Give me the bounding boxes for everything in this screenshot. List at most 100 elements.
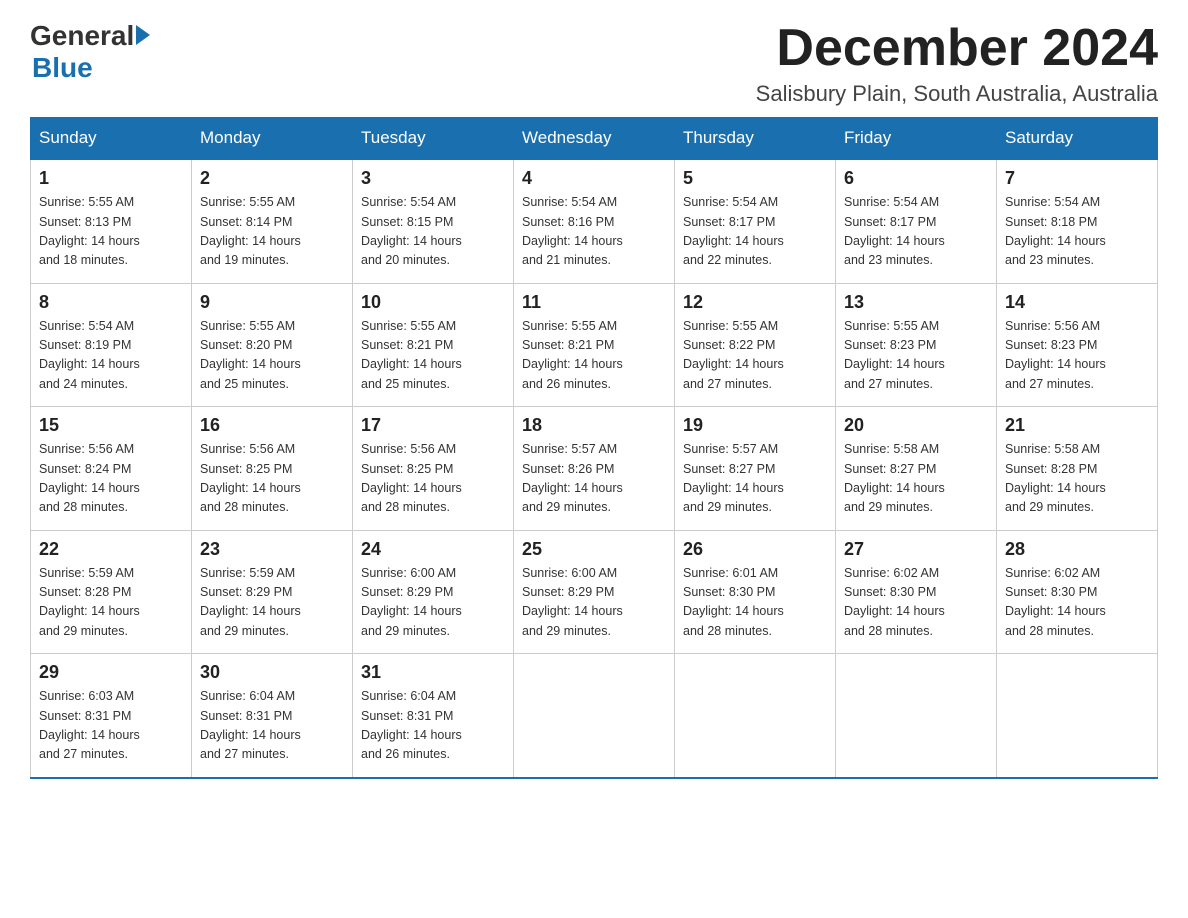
day-info: Sunrise: 5:59 AMSunset: 8:29 PMDaylight:… [200,564,344,642]
day-info: Sunrise: 5:54 AMSunset: 8:16 PMDaylight:… [522,193,666,271]
calendar-cell: 14 Sunrise: 5:56 AMSunset: 8:23 PMDayligh… [997,283,1158,407]
location-title: Salisbury Plain, South Australia, Austra… [756,81,1158,107]
day-number: 3 [361,168,505,189]
calendar-cell: 15Sunrise: 5:56 AMSunset: 8:24 PMDayligh… [31,407,192,531]
calendar-cell: 21 Sunrise: 5:58 AMSunset: 8:28 PMDayligh… [997,407,1158,531]
calendar-cell: 18Sunrise: 5:57 AMSunset: 8:26 PMDayligh… [514,407,675,531]
day-info: Sunrise: 5:58 AMSunset: 8:28 PMDaylight:… [1005,440,1149,518]
day-number: 2 [200,168,344,189]
calendar-cell: 3 Sunrise: 5:54 AMSunset: 8:15 PMDaylight… [353,159,514,283]
day-number: 9 [200,292,344,313]
header-saturday: Saturday [997,118,1158,160]
day-info: Sunrise: 5:58 AMSunset: 8:27 PMDaylight:… [844,440,988,518]
title-area: December 2024 Salisbury Plain, South Aus… [756,20,1158,107]
calendar-week-row: 29 Sunrise: 6:03 AMSunset: 8:31 PMDayligh… [31,654,1158,778]
day-number: 5 [683,168,827,189]
day-number: 31 [361,662,505,683]
calendar-cell: 31 Sunrise: 6:04 AMSunset: 8:31 PMDayligh… [353,654,514,778]
header-monday: Monday [192,118,353,160]
calendar-cell: 28 Sunrise: 6:02 AMSunset: 8:30 PMDayligh… [997,530,1158,654]
day-number: 13 [844,292,988,313]
day-number: 27 [844,539,988,560]
calendar-cell: 27 Sunrise: 6:02 AMSunset: 8:30 PMDayligh… [836,530,997,654]
header-wednesday: Wednesday [514,118,675,160]
day-number: 18 [522,415,666,436]
calendar-cell: 11 Sunrise: 5:55 AMSunset: 8:21 PMDayligh… [514,283,675,407]
calendar-cell: 30 Sunrise: 6:04 AMSunset: 8:31 PMDayligh… [192,654,353,778]
day-info: Sunrise: 5:54 AMSunset: 8:18 PMDaylight:… [1005,193,1149,271]
day-number: 29 [39,662,183,683]
day-number: 25 [522,539,666,560]
calendar-cell: 10Sunrise: 5:55 AMSunset: 8:21 PMDayligh… [353,283,514,407]
calendar-cell: 29 Sunrise: 6:03 AMSunset: 8:31 PMDayligh… [31,654,192,778]
calendar-week-row: 22 Sunrise: 5:59 AMSunset: 8:28 PMDayligh… [31,530,1158,654]
day-number: 4 [522,168,666,189]
day-info: Sunrise: 5:54 AMSunset: 8:19 PMDaylight:… [39,317,183,395]
calendar-cell: 5 Sunrise: 5:54 AMSunset: 8:17 PMDaylight… [675,159,836,283]
calendar-cell [997,654,1158,778]
day-number: 7 [1005,168,1149,189]
calendar-cell: 6 Sunrise: 5:54 AMSunset: 8:17 PMDaylight… [836,159,997,283]
day-info: Sunrise: 5:55 AMSunset: 8:22 PMDaylight:… [683,317,827,395]
day-info: Sunrise: 6:00 AMSunset: 8:29 PMDaylight:… [522,564,666,642]
day-info: Sunrise: 6:02 AMSunset: 8:30 PMDaylight:… [1005,564,1149,642]
day-info: Sunrise: 5:55 AMSunset: 8:21 PMDaylight:… [522,317,666,395]
day-number: 6 [844,168,988,189]
calendar-week-row: 8 Sunrise: 5:54 AMSunset: 8:19 PMDaylight… [31,283,1158,407]
day-info: Sunrise: 5:59 AMSunset: 8:28 PMDaylight:… [39,564,183,642]
calendar-cell: 2 Sunrise: 5:55 AMSunset: 8:14 PMDaylight… [192,159,353,283]
day-number: 23 [200,539,344,560]
day-info: Sunrise: 6:00 AMSunset: 8:29 PMDaylight:… [361,564,505,642]
day-number: 20 [844,415,988,436]
header-thursday: Thursday [675,118,836,160]
day-number: 28 [1005,539,1149,560]
calendar-cell: 24 Sunrise: 6:00 AMSunset: 8:29 PMDayligh… [353,530,514,654]
day-number: 30 [200,662,344,683]
day-number: 10 [361,292,505,313]
day-number: 8 [39,292,183,313]
day-number: 14 [1005,292,1149,313]
day-number: 16 [200,415,344,436]
day-info: Sunrise: 5:55 AMSunset: 8:20 PMDaylight:… [200,317,344,395]
day-info: Sunrise: 5:56 AMSunset: 8:24 PMDaylight:… [39,440,183,518]
day-number: 24 [361,539,505,560]
calendar-cell: 19Sunrise: 5:57 AMSunset: 8:27 PMDayligh… [675,407,836,531]
month-title: December 2024 [756,20,1158,77]
day-info: Sunrise: 5:55 AMSunset: 8:14 PMDaylight:… [200,193,344,271]
calendar-cell: 22 Sunrise: 5:59 AMSunset: 8:28 PMDayligh… [31,530,192,654]
day-number: 12 [683,292,827,313]
day-number: 17 [361,415,505,436]
logo-arrow-icon [136,25,150,45]
day-number: 11 [522,292,666,313]
calendar-cell: 17Sunrise: 5:56 AMSunset: 8:25 PMDayligh… [353,407,514,531]
calendar-cell: 4 Sunrise: 5:54 AMSunset: 8:16 PMDaylight… [514,159,675,283]
day-info: Sunrise: 5:54 AMSunset: 8:17 PMDaylight:… [683,193,827,271]
logo-blue-text: Blue [32,52,150,84]
day-number: 21 [1005,415,1149,436]
day-number: 1 [39,168,183,189]
day-info: Sunrise: 6:03 AMSunset: 8:31 PMDaylight:… [39,687,183,765]
calendar-cell [675,654,836,778]
days-header-row: SundayMondayTuesdayWednesdayThursdayFrid… [31,118,1158,160]
calendar-week-row: 15Sunrise: 5:56 AMSunset: 8:24 PMDayligh… [31,407,1158,531]
header-friday: Friday [836,118,997,160]
day-info: Sunrise: 5:54 AMSunset: 8:15 PMDaylight:… [361,193,505,271]
calendar-cell: 13 Sunrise: 5:55 AMSunset: 8:23 PMDayligh… [836,283,997,407]
day-info: Sunrise: 5:56 AMSunset: 8:23 PMDaylight:… [1005,317,1149,395]
day-number: 26 [683,539,827,560]
calendar-cell: 26Sunrise: 6:01 AMSunset: 8:30 PMDayligh… [675,530,836,654]
day-info: Sunrise: 5:57 AMSunset: 8:27 PMDaylight:… [683,440,827,518]
calendar-cell: 25 Sunrise: 6:00 AMSunset: 8:29 PMDayligh… [514,530,675,654]
page-header: General Blue December 2024 Salisbury Pla… [30,20,1158,107]
day-number: 22 [39,539,183,560]
logo-general-text: General [30,20,134,52]
header-sunday: Sunday [31,118,192,160]
day-info: Sunrise: 5:54 AMSunset: 8:17 PMDaylight:… [844,193,988,271]
calendar-cell: 20 Sunrise: 5:58 AMSunset: 8:27 PMDayligh… [836,407,997,531]
calendar-cell: 7 Sunrise: 5:54 AMSunset: 8:18 PMDaylight… [997,159,1158,283]
day-info: Sunrise: 5:55 AMSunset: 8:23 PMDaylight:… [844,317,988,395]
day-info: Sunrise: 6:04 AMSunset: 8:31 PMDaylight:… [200,687,344,765]
calendar-cell [514,654,675,778]
day-info: Sunrise: 6:02 AMSunset: 8:30 PMDaylight:… [844,564,988,642]
day-info: Sunrise: 6:04 AMSunset: 8:31 PMDaylight:… [361,687,505,765]
